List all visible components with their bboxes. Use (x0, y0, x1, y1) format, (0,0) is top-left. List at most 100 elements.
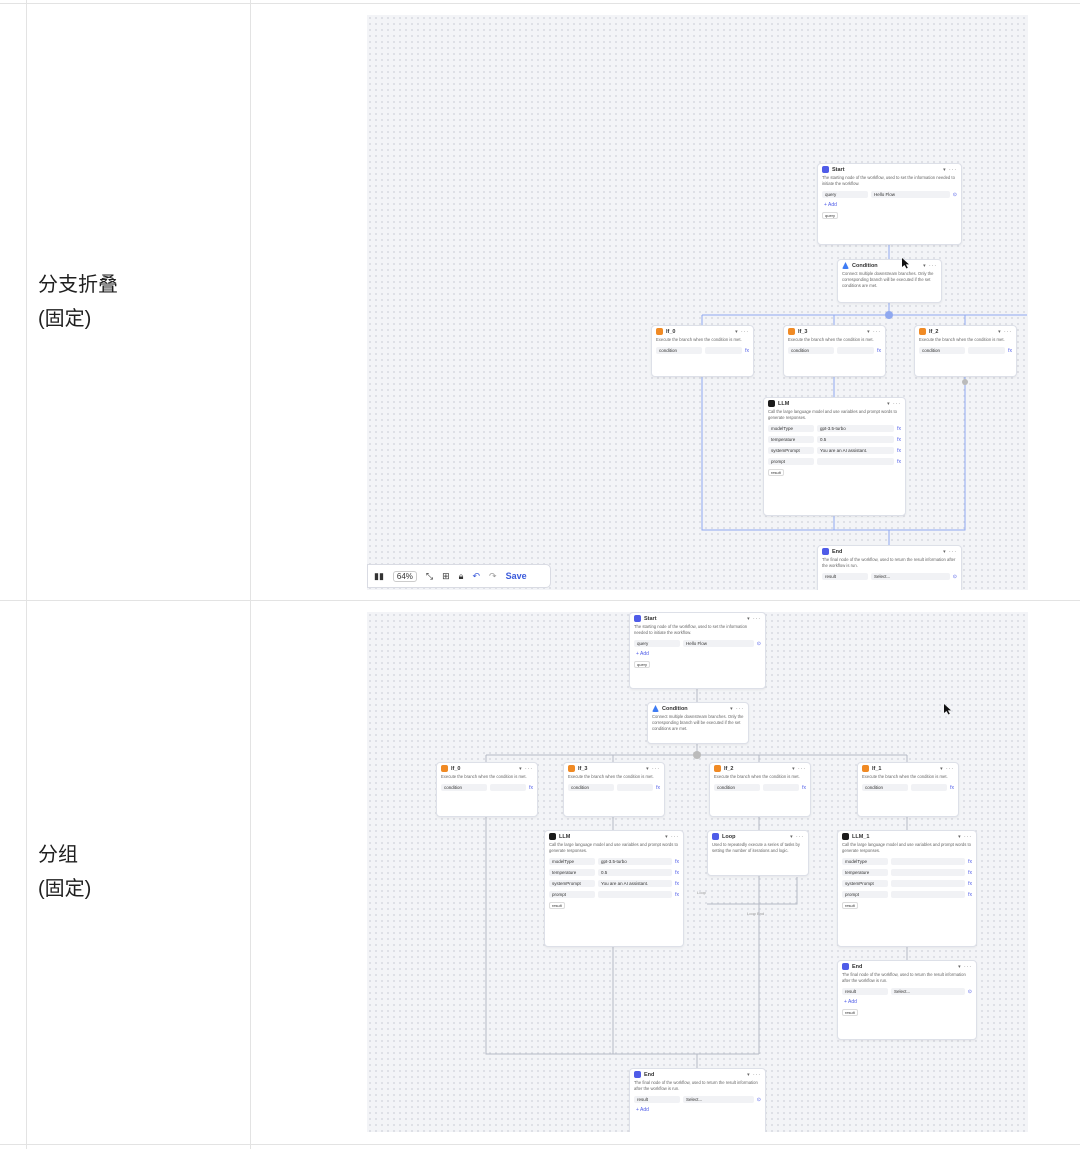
workflow-canvas-branch-collapse[interactable]: Start ▾ ··· The starting node of the work… (367, 15, 1028, 590)
field-name[interactable]: condition (862, 784, 908, 791)
undo-icon[interactable]: ↶ (472, 571, 480, 582)
settings-icon[interactable]: ⊙ (757, 1097, 761, 1103)
add-button[interactable]: + Add (818, 200, 961, 210)
function-icon[interactable]: fx (968, 892, 972, 898)
field-value[interactable] (891, 858, 966, 865)
loop-node[interactable]: Loop ▾ ··· Used to repeatedly execute a s… (707, 830, 809, 876)
more-icon[interactable]: ▾ ··· (943, 167, 957, 173)
field-value[interactable]: 0.5 (598, 869, 673, 876)
more-icon[interactable]: ▾ ··· (665, 834, 679, 840)
more-icon[interactable]: ▾ ··· (940, 766, 954, 772)
field-value[interactable] (817, 458, 895, 465)
field-name[interactable]: prompt (549, 891, 595, 898)
function-icon[interactable]: fx (656, 785, 660, 791)
function-icon[interactable]: fx (675, 859, 679, 865)
function-icon[interactable]: fx (802, 785, 806, 791)
settings-icon[interactable]: ⊙ (968, 989, 972, 995)
save-button[interactable]: Save (506, 571, 527, 581)
field-name[interactable]: prompt (768, 458, 814, 465)
field-name[interactable]: result (822, 573, 868, 580)
field-value[interactable]: Hello Flow (683, 640, 754, 647)
more-icon[interactable]: ▾ ··· (923, 263, 937, 269)
fit-view-icon[interactable]: ⤡ (426, 571, 433, 582)
function-icon[interactable]: fx (745, 348, 749, 354)
function-icon[interactable]: fx (675, 892, 679, 898)
function-icon[interactable]: fx (897, 448, 901, 454)
function-icon[interactable]: fx (968, 859, 972, 865)
more-icon[interactable]: ▾ ··· (747, 616, 761, 622)
field-name[interactable]: query (634, 640, 680, 647)
field-name[interactable]: condition (656, 347, 702, 354)
field-value[interactable]: gpt-3.5-turbo (598, 858, 673, 865)
more-icon[interactable]: ▾ ··· (998, 329, 1012, 335)
settings-icon[interactable]: ⊙ (953, 192, 957, 198)
function-icon[interactable]: fx (529, 785, 533, 791)
more-icon[interactable]: ▾ ··· (735, 329, 749, 335)
field-name[interactable]: temperature (768, 436, 814, 443)
more-icon[interactable]: ▾ ··· (747, 1072, 761, 1078)
function-icon[interactable]: fx (897, 426, 901, 432)
if-node[interactable]: If_3 ▾ ··· Execute the branch when the co… (783, 325, 886, 377)
lock-icon[interactable]: 🔒︎ (459, 571, 464, 582)
field-name[interactable]: condition (714, 784, 760, 791)
add-button[interactable]: + Add (630, 649, 765, 659)
field-name[interactable]: condition (568, 784, 614, 791)
field-name[interactable]: result (842, 988, 888, 995)
field-value[interactable] (705, 347, 743, 354)
settings-icon[interactable]: ⊙ (953, 574, 957, 580)
function-icon[interactable]: fx (675, 881, 679, 887)
grid-icon[interactable]: ⊞ (442, 571, 450, 582)
field-name[interactable]: condition (441, 784, 487, 791)
end-node[interactable]: End ▾ ··· The final node of the workflow,… (817, 545, 962, 590)
field-value[interactable]: gpt-3.5-turbo (817, 425, 895, 432)
condition-node[interactable]: Condition ▾ ··· Connect multiple downstre… (647, 702, 749, 744)
field-value[interactable]: You are an AI assistant. (817, 447, 895, 454)
llm-1-node[interactable]: LLM_1 ▾ ··· Call the large language model… (837, 830, 977, 947)
field-name[interactable]: modelType (549, 858, 595, 865)
if-node[interactable]: If_3 ▾ ··· Execute the branch when the co… (563, 762, 665, 817)
field-value[interactable] (490, 784, 527, 791)
field-name[interactable]: systemPrompt (768, 447, 814, 454)
llm-node[interactable]: LLM ▾ ··· Call the large language model a… (544, 830, 684, 947)
field-name[interactable]: modelType (842, 858, 888, 865)
field-name[interactable]: systemPrompt (549, 880, 595, 887)
field-name[interactable]: result (634, 1096, 680, 1103)
minimap-icon[interactable]: ▮▮ (374, 571, 384, 582)
more-icon[interactable]: ▾ ··· (887, 401, 901, 407)
settings-icon[interactable]: ⊙ (757, 641, 761, 647)
select-dropdown[interactable]: Select... (683, 1096, 754, 1103)
field-name[interactable]: temperature (842, 869, 888, 876)
if-node[interactable]: If_2 ▾ ··· Execute the branch when the co… (709, 762, 811, 817)
add-button[interactable]: + Add (630, 1105, 765, 1115)
function-icon[interactable]: fx (950, 785, 954, 791)
field-value[interactable] (837, 347, 875, 354)
field-value[interactable] (911, 784, 948, 791)
function-icon[interactable]: fx (1008, 348, 1012, 354)
more-icon[interactable]: ▾ ··· (958, 964, 972, 970)
end-node[interactable]: End ▾ ··· The final node of the workflow,… (629, 1068, 766, 1132)
function-icon[interactable]: fx (897, 459, 901, 465)
function-icon[interactable]: fx (877, 348, 881, 354)
more-icon[interactable]: ▾ ··· (790, 834, 804, 840)
more-icon[interactable]: ▾ ··· (730, 706, 744, 712)
if-node[interactable]: If_2 ▾ ··· Execute the branch when the co… (914, 325, 1017, 377)
field-value[interactable]: 0.5 (817, 436, 895, 443)
field-name[interactable]: condition (788, 347, 834, 354)
field-value[interactable]: You are an AI assistant. (598, 880, 673, 887)
more-icon[interactable]: ▾ ··· (646, 766, 660, 772)
function-icon[interactable]: fx (897, 437, 901, 443)
llm-node[interactable]: LLM ▾ ··· Call the large language model a… (763, 397, 906, 516)
more-icon[interactable]: ▾ ··· (958, 834, 972, 840)
more-icon[interactable]: ▾ ··· (943, 549, 957, 555)
workflow-canvas-group[interactable]: Start ▾ ··· The starting node of the work… (367, 612, 1028, 1132)
function-icon[interactable]: fx (675, 870, 679, 876)
if-node[interactable]: If_1 ▾ ··· Execute the branch when the co… (857, 762, 959, 817)
field-value[interactable] (763, 784, 800, 791)
field-name[interactable]: systemPrompt (842, 880, 888, 887)
field-name[interactable]: prompt (842, 891, 888, 898)
condition-node[interactable]: Condition ▾ ··· Connect multiple downstre… (837, 259, 942, 303)
field-value[interactable] (891, 891, 966, 898)
select-dropdown[interactable]: Select... (871, 573, 950, 580)
field-name[interactable]: condition (919, 347, 965, 354)
field-value[interactable] (598, 891, 673, 898)
